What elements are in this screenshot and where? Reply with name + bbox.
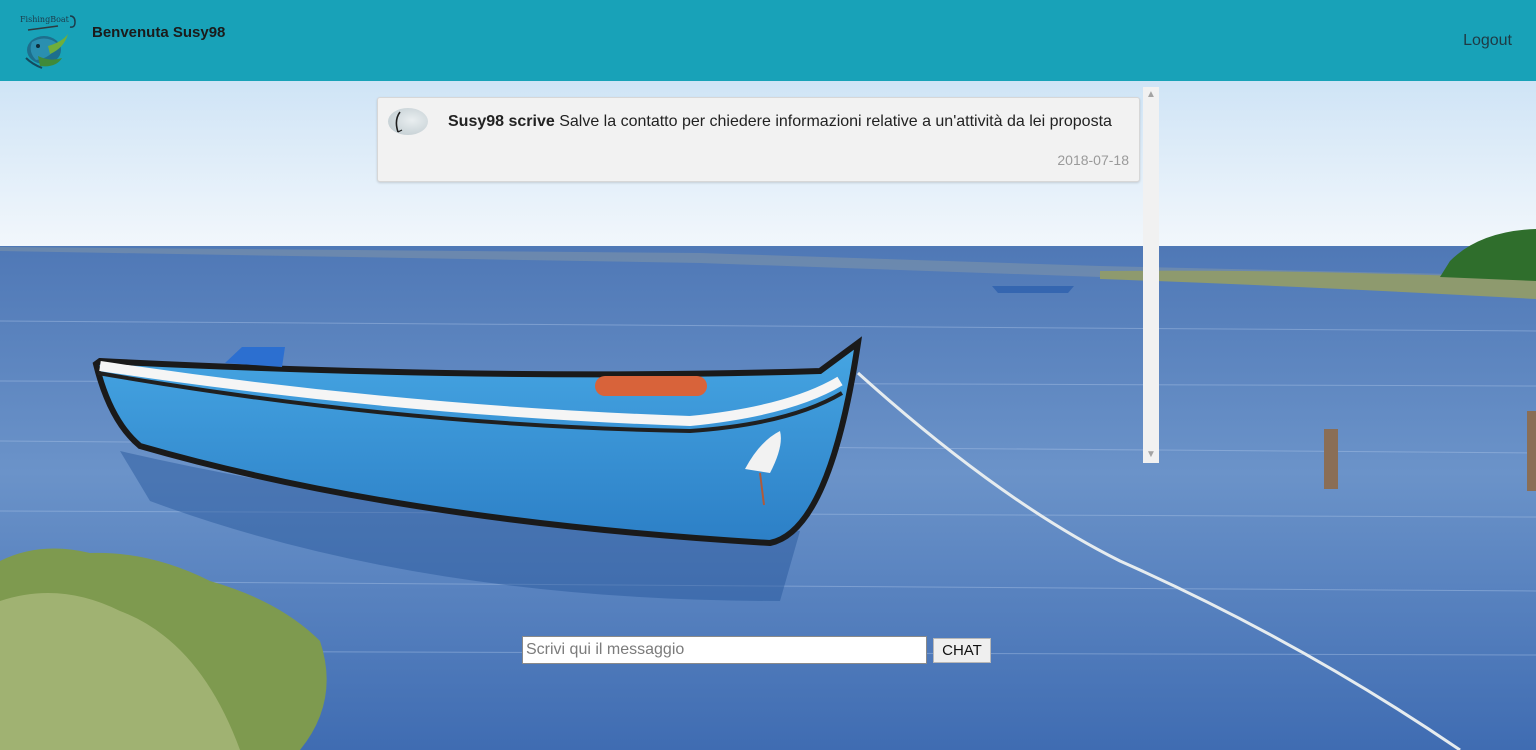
top-bar: FishingBoat Benvenuta Susy98 Logout — [0, 0, 1536, 81]
chat-messages-panel[interactable]: Susy98 scrive Salve la contatto per chie… — [377, 87, 1159, 463]
message-body: Susy98 scrive Salve la contatto per chie… — [448, 113, 1112, 131]
avatar-image-icon — [395, 111, 403, 133]
fish-logo-icon: FishingBoat — [20, 15, 76, 69]
chat-send-button[interactable]: CHAT — [933, 638, 991, 663]
message-input[interactable] — [522, 636, 927, 664]
message-author: Susy98 scrive — [448, 113, 555, 130]
logout-link[interactable]: Logout — [1463, 32, 1512, 50]
message-date: 2018-07-18 — [1057, 152, 1129, 168]
logo[interactable]: FishingBoat — [18, 12, 78, 70]
logo-text: FishingBoat — [20, 15, 70, 24]
chat-scrollbar[interactable]: ▲ ▼ — [1143, 87, 1159, 463]
welcome-message: Benvenuta Susy98 — [92, 24, 226, 41]
message-card: Susy98 scrive Salve la contatto per chie… — [377, 97, 1140, 182]
message-text: Salve la contatto per chiedere informazi… — [559, 113, 1112, 130]
scroll-up-arrow-icon[interactable]: ▲ — [1143, 87, 1159, 103]
scroll-down-arrow-icon[interactable]: ▼ — [1143, 447, 1159, 463]
avatar — [388, 108, 428, 135]
